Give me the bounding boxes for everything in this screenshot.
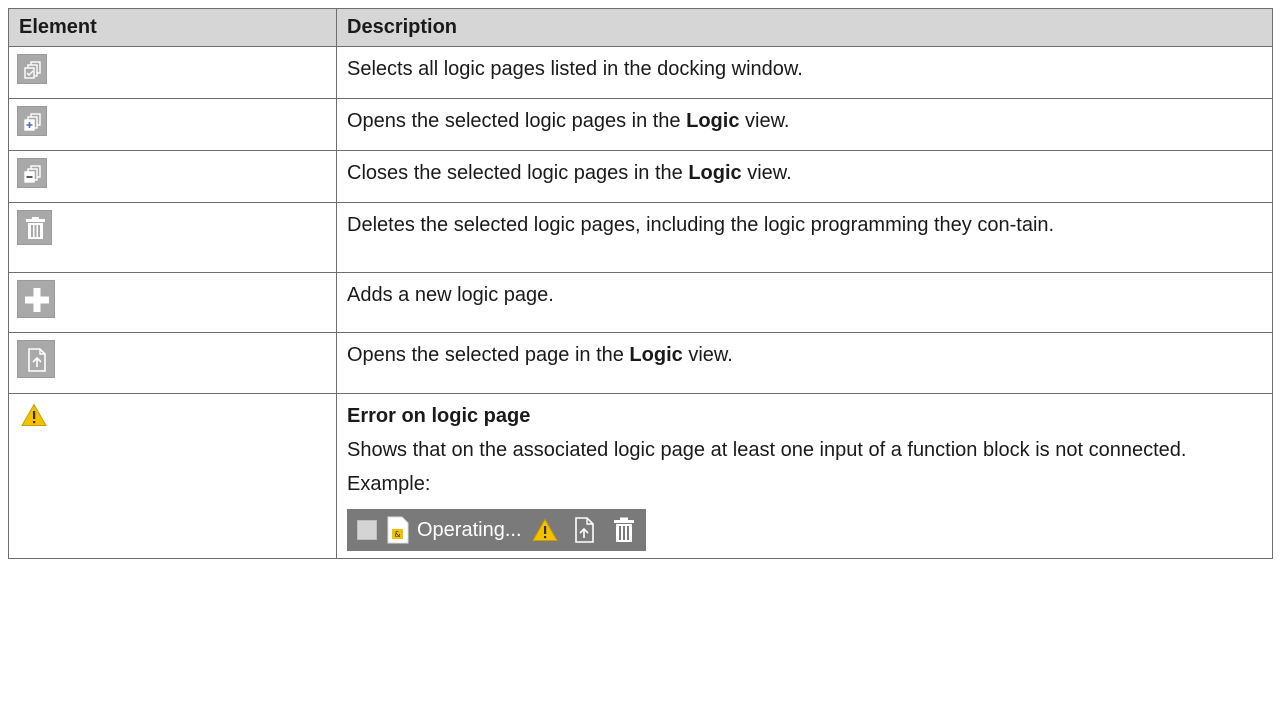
open-page-icon[interactable] [572, 516, 598, 544]
open-pages-icon [17, 106, 47, 136]
table-row: Error on logic page Shows that on the as… [8, 393, 1273, 559]
table-row: Opens the selected logic pages in the Lo… [8, 98, 1273, 151]
description-cell: Error on logic page Shows that on the as… [336, 393, 1273, 559]
element-cell [8, 393, 337, 559]
column-header-description: Description [336, 8, 1273, 47]
elements-table: Element Description Selects all logic pa… [8, 8, 1273, 559]
trash-icon[interactable] [612, 516, 636, 544]
table-row: Selects all logic pages listed in the do… [8, 46, 1273, 99]
table-row: Opens the selected page in the Logic vie… [8, 332, 1273, 394]
element-cell [8, 202, 337, 273]
example-label: Example: [347, 473, 431, 495]
description-cell: Selects all logic pages listed in the do… [336, 46, 1273, 99]
description-cell: Opens the selected page in the Logic vie… [336, 332, 1273, 394]
element-cell [8, 46, 337, 99]
element-cell [8, 332, 337, 394]
error-title: Error on logic page [347, 405, 531, 427]
example-page-label: Operating... [417, 519, 522, 541]
plus-icon [17, 280, 55, 318]
table-row: Closes the selected logic pages in the L… [8, 150, 1273, 203]
column-header-element: Element [8, 8, 337, 47]
element-cell [8, 98, 337, 151]
warning-icon [21, 403, 47, 427]
table-row: Adds a new logic page. [8, 272, 1273, 333]
logic-page-icon: & [387, 516, 409, 544]
table-row: Deletes the selected logic pages, includ… [8, 202, 1273, 273]
element-cell [8, 272, 337, 333]
example-toolbar: & Operating... [347, 509, 646, 551]
element-cell [8, 150, 337, 203]
description-cell: Opens the selected logic pages in the Lo… [336, 98, 1273, 151]
select-all-pages-icon [17, 54, 47, 84]
warning-icon [531, 518, 558, 542]
trash-icon [17, 210, 52, 245]
open-page-icon [17, 340, 55, 378]
page-checkbox[interactable] [357, 520, 377, 540]
close-pages-icon [17, 158, 47, 188]
error-description: Shows that on the associated logic page … [347, 439, 1187, 461]
svg-text:&: & [394, 530, 400, 539]
table-header-row: Element Description [8, 8, 1273, 47]
description-cell: Adds a new logic page. [336, 272, 1273, 333]
description-cell: Closes the selected logic pages in the L… [336, 150, 1273, 203]
description-cell: Deletes the selected logic pages, includ… [336, 202, 1273, 273]
